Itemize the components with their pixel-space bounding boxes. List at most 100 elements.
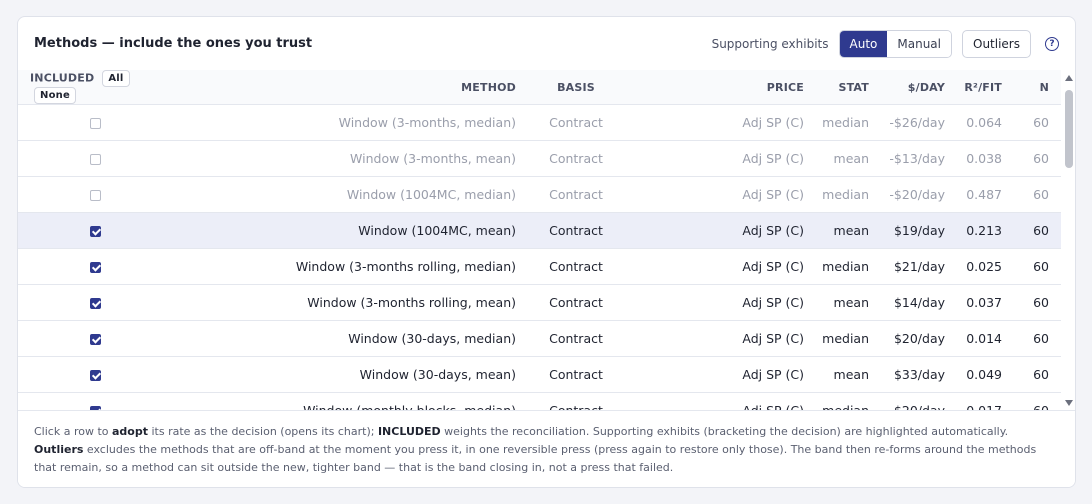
scroll-up-arrow-icon[interactable] (1065, 75, 1073, 81)
fit-cell: 0.064 (955, 104, 1012, 141)
included-checkbox[interactable] (90, 370, 101, 381)
footer-bold-adopt: adopt (112, 425, 148, 438)
stat-cell: mean (814, 284, 879, 321)
included-cell (18, 104, 173, 141)
stat-cell: median (814, 320, 879, 357)
table-scrollbar[interactable] (1061, 70, 1075, 410)
stat-cell: mean (814, 212, 879, 249)
fit-cell: 0.025 (955, 248, 1012, 285)
basis-header[interactable]: BASIS (530, 70, 622, 105)
stat-header[interactable]: STAT (814, 70, 879, 105)
price-cell: Adj SP (C) (622, 176, 814, 213)
footer-bold-included: INCLUDED (377, 425, 441, 438)
basis-cell: Contract (530, 212, 622, 249)
table-row[interactable]: Window (1004MC, median) Contract Adj SP (C… (18, 176, 1061, 213)
table-row[interactable]: Window (3-months rolling, median) Contrac… (18, 248, 1061, 285)
table-row[interactable]: Window (30-days, median) Contract Adj SP (… (18, 320, 1061, 357)
basis-cell: Contract (530, 176, 622, 213)
select-none-button[interactable]: None (34, 87, 76, 104)
included-checkbox[interactable] (90, 154, 101, 165)
per-day-cell: $21/day (879, 248, 955, 285)
outliers-button[interactable]: Outliers (962, 29, 1031, 58)
included-checkbox[interactable] (90, 298, 101, 309)
table-header-row: INCLUDED All None METHOD BASIS PRICE STA… (18, 70, 1061, 105)
basis-cell: Contract (530, 356, 622, 393)
included-checkbox[interactable] (90, 190, 101, 201)
supporting-exhibits-label: Supporting exhibits (711, 36, 829, 51)
included-cell (18, 392, 173, 410)
table-row[interactable]: Window (3-months rolling, mean) Contract A… (18, 284, 1061, 321)
included-checkbox[interactable] (90, 262, 101, 273)
fit-cell: 0.049 (955, 356, 1012, 393)
price-header[interactable]: PRICE (622, 70, 814, 105)
basis-cell: Contract (530, 284, 622, 321)
per-day-cell: $33/day (879, 356, 955, 393)
n-cell: 60 (1012, 104, 1061, 141)
scroll-down-arrow-icon[interactable] (1065, 400, 1073, 406)
price-cell: Adj SP (C) (622, 356, 814, 393)
price-cell: Adj SP (C) (622, 248, 814, 285)
method-cell: Window (monthly blocks, median) (173, 392, 530, 410)
table-row[interactable]: Window (1004MC, mean) Contract Adj SP (C) m… (18, 212, 1061, 249)
fit-header[interactable]: R²/FIT (955, 70, 1012, 105)
scrollbar-thumb[interactable] (1065, 90, 1073, 168)
supporting-mode-toggle: Auto Manual (838, 29, 952, 58)
stat-cell: mean (814, 140, 879, 177)
price-cell: Adj SP (C) (622, 104, 814, 141)
method-cell: Window (30-days, mean) (173, 356, 530, 393)
per-day-cell: -$26/day (879, 104, 955, 141)
method-cell: Window (3-months, mean) (173, 140, 530, 177)
footer-text-2: its rate as the decision (opens its char… (148, 425, 378, 438)
included-cell (18, 248, 173, 285)
included-checkbox[interactable] (90, 226, 101, 237)
fit-cell: 0.038 (955, 140, 1012, 177)
included-cell (18, 212, 173, 249)
per-day-cell: $20/day (879, 392, 955, 410)
stat-cell: median (814, 248, 879, 285)
n-cell: 60 (1012, 320, 1061, 357)
basis-cell: Contract (530, 140, 622, 177)
method-header[interactable]: METHOD (173, 70, 530, 105)
table-row[interactable]: Window (3-months, mean) Contract Adj SP (C… (18, 140, 1061, 177)
manual-button[interactable]: Manual (887, 30, 951, 57)
fit-cell: 0.213 (955, 212, 1012, 249)
included-checkbox[interactable] (90, 334, 101, 345)
table-row[interactable]: Window (monthly blocks, median)ContractA… (18, 392, 1061, 410)
n-cell: 60 (1012, 140, 1061, 177)
n-header[interactable]: N (1012, 70, 1061, 105)
stat-cell: mean (814, 356, 879, 393)
method-cell: Window (1004MC, median) (173, 176, 530, 213)
price-cell: Adj SP (C) (622, 284, 814, 321)
table-row[interactable]: Window (3-months, median) Contract Adj SP … (18, 104, 1061, 141)
basis-cell: Contract (530, 320, 622, 357)
method-cell: Window (3-months rolling, mean) (173, 284, 530, 321)
price-cell: Adj SP (C) (622, 320, 814, 357)
select-all-button[interactable]: All (102, 70, 130, 87)
fit-cell: 0.014 (955, 320, 1012, 357)
fit-cell: 0.037 (955, 284, 1012, 321)
included-cell (18, 176, 173, 213)
stat-cell: median (814, 176, 879, 213)
n-cell: 60 (1012, 284, 1061, 321)
per-day-cell: $14/day (879, 284, 955, 321)
price-cell: Adj SP (C) (622, 392, 814, 410)
table-row[interactable]: Window (30-days, mean) Contract Adj SP (C)… (18, 356, 1061, 393)
fit-cell: 0.017 (955, 392, 1012, 410)
included-header: INCLUDED All None (18, 70, 173, 105)
n-cell: 60 (1012, 176, 1061, 213)
included-cell (18, 320, 173, 357)
method-cell: Window (1004MC, mean) (173, 212, 530, 249)
basis-cell: Contract (530, 104, 622, 141)
help-icon[interactable]: ? (1045, 36, 1059, 51)
per-day-header[interactable]: $/DAY (879, 70, 955, 105)
included-header-label: INCLUDED (30, 71, 95, 85)
fit-cell: 0.487 (955, 176, 1012, 213)
included-checkbox[interactable] (90, 118, 101, 129)
stat-cell: median (814, 104, 879, 141)
basis-cell: Contract (530, 248, 622, 285)
stat-cell: median (814, 392, 879, 410)
auto-button[interactable]: Auto (839, 30, 888, 57)
footer-text-4: excludes the methods that are off-band a… (34, 443, 1037, 474)
methods-card: Methods — include the ones you trust Sup… (17, 16, 1076, 488)
per-day-cell: $19/day (879, 212, 955, 249)
